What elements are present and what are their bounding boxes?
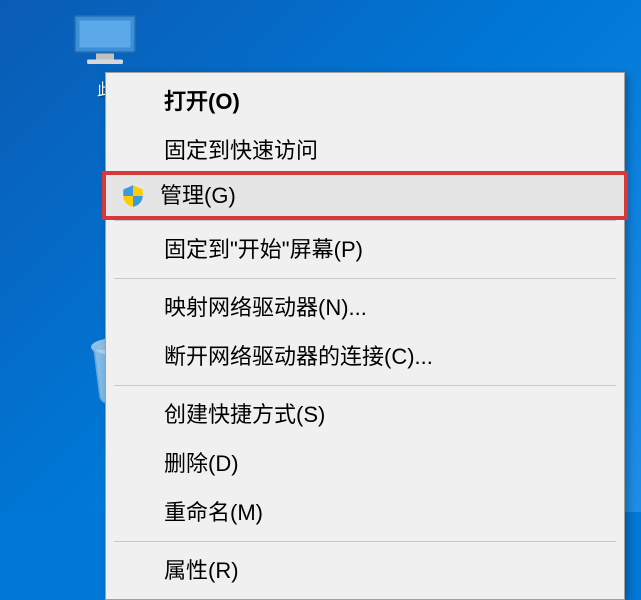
menu-item-map-network-drive[interactable]: 映射网络驱动器(N)...	[106, 283, 624, 332]
context-menu: 打开(O) 固定到快速访问 管理(G) 固定到"开始"屏幕(P)	[105, 72, 625, 600]
menu-item-label: 固定到快速访问	[164, 138, 318, 163]
menu-item-open[interactable]: 打开(O)	[106, 77, 624, 126]
menu-item-disconnect-network-drive[interactable]: 断开网络驱动器的连接(C)...	[106, 332, 624, 381]
menu-item-properties[interactable]: 属性(R)	[106, 546, 624, 595]
menu-item-label: 重命名(M)	[164, 500, 263, 525]
menu-item-label: 映射网络驱动器(N)...	[164, 295, 367, 320]
menu-item-label: 固定到"开始"屏幕(P)	[164, 237, 363, 262]
menu-item-pin-start[interactable]: 固定到"开始"屏幕(P)	[106, 225, 624, 274]
menu-item-label: 管理(G)	[160, 183, 236, 208]
menu-item-label: 打开(O)	[164, 89, 240, 114]
menu-separator	[114, 385, 616, 386]
menu-item-create-shortcut[interactable]: 创建快捷方式(S)	[106, 390, 624, 439]
menu-separator	[114, 541, 616, 542]
menu-item-manage[interactable]: 管理(G)	[102, 171, 628, 220]
this-pc-icon	[65, 10, 145, 70]
shield-icon	[120, 183, 146, 209]
menu-item-delete[interactable]: 删除(D)	[106, 439, 624, 488]
menu-item-rename[interactable]: 重命名(M)	[106, 488, 624, 537]
menu-item-label: 属性(R)	[164, 558, 239, 583]
menu-item-label: 删除(D)	[164, 451, 239, 476]
menu-item-label: 创建快捷方式(S)	[164, 402, 325, 427]
menu-item-label: 断开网络驱动器的连接(C)...	[164, 344, 433, 369]
menu-separator	[114, 220, 616, 221]
menu-separator	[114, 278, 616, 279]
menu-item-pin-quickaccess[interactable]: 固定到快速访问	[106, 126, 624, 175]
desktop-background: 此 打开(O) 固定到快速访问 管理(G)	[0, 0, 641, 512]
